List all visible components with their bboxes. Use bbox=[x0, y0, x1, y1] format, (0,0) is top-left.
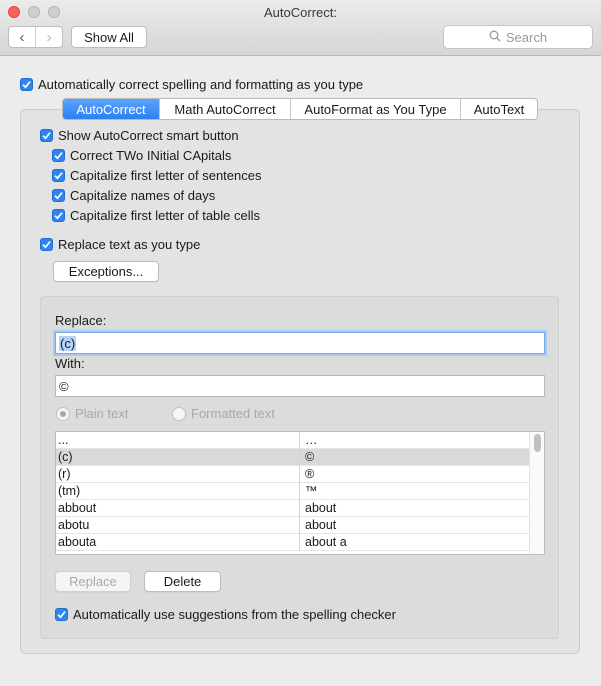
spelling-suggestions-option[interactable]: Automatically use suggestions from the s… bbox=[55, 606, 396, 622]
back-forward-group: ‹ › bbox=[8, 26, 63, 48]
formatted-text-radio[interactable] bbox=[172, 406, 186, 421]
replace-input[interactable]: (c) bbox=[55, 332, 545, 354]
correct-two-initial-label: Correct TWo INitial CApitals bbox=[70, 147, 232, 163]
table-cell-replace: (r) bbox=[56, 466, 300, 483]
table-cell-replace: ... bbox=[56, 432, 300, 449]
spelling-suggestions-checkbox[interactable] bbox=[55, 607, 68, 621]
with-input[interactable]: © bbox=[55, 375, 545, 397]
title-bar: AutoCorrect: ‹ › Show All Search bbox=[0, 0, 601, 56]
table-row[interactable]: (r) ® bbox=[56, 466, 530, 483]
spelling-suggestions-label: Automatically use suggestions from the s… bbox=[73, 606, 396, 622]
search-icon bbox=[489, 30, 506, 45]
table-row[interactable]: abbout about bbox=[56, 500, 530, 517]
plain-text-option[interactable]: Plain text bbox=[56, 406, 128, 421]
table-cell-with: about a bbox=[305, 535, 347, 549]
correct-two-initial-checkbox[interactable] bbox=[52, 148, 65, 162]
table-cell-with: about bbox=[305, 518, 337, 532]
table-cell-replace: abbout bbox=[56, 500, 300, 517]
show-smart-button-checkbox[interactable] bbox=[40, 128, 53, 142]
plain-text-label: Plain text bbox=[75, 406, 129, 421]
table-row[interactable]: ... … bbox=[56, 432, 530, 449]
table-cell-with: about bbox=[305, 501, 337, 515]
capitalize-days-checkbox[interactable] bbox=[52, 188, 65, 202]
capitalize-table-cells-label: Capitalize first letter of table cells bbox=[70, 207, 261, 223]
replace-button[interactable]: Replace bbox=[55, 571, 131, 592]
show-all-button[interactable]: Show All bbox=[71, 26, 147, 48]
table-cell-with: © bbox=[305, 450, 315, 464]
tab-autocorrect[interactable]: AutoCorrect bbox=[63, 99, 160, 119]
chevron-left-icon: ‹ bbox=[19, 28, 25, 46]
capitalize-table-cells-checkbox[interactable] bbox=[52, 208, 65, 222]
formatted-text-option[interactable]: Formatted text bbox=[172, 406, 275, 421]
replacement-table[interactable]: ... … (c) © (r) ® (tm) ™ abbout about ab… bbox=[55, 431, 545, 555]
table-cell-with: ™ bbox=[305, 484, 318, 498]
capitalize-sentences-label: Capitalize first letter of sentences bbox=[70, 167, 262, 183]
correct-two-initial-option[interactable]: Correct TWo INitial CApitals bbox=[52, 147, 231, 163]
replace-text-label: Replace text as you type bbox=[58, 236, 201, 252]
formatted-text-label: Formatted text bbox=[191, 406, 275, 421]
search-placeholder: Search bbox=[505, 29, 548, 45]
table-cell-replace: abotu bbox=[56, 517, 300, 534]
replace-input-value: (c) bbox=[59, 335, 77, 351]
search-field[interactable]: Search bbox=[443, 25, 593, 49]
plain-text-radio[interactable] bbox=[56, 406, 70, 421]
table-cell-replace: (c) bbox=[56, 449, 300, 466]
scrollbar-thumb[interactable] bbox=[534, 434, 541, 452]
tab-bar: AutoCorrect Math AutoCorrect AutoFormat … bbox=[62, 98, 538, 120]
with-input-value: © bbox=[59, 378, 69, 394]
tab-math-autocorrect[interactable]: Math AutoCorrect bbox=[160, 99, 291, 119]
table-scrollbar[interactable] bbox=[529, 432, 544, 554]
capitalize-table-cells-option[interactable]: Capitalize first letter of table cells bbox=[52, 207, 260, 223]
table-cell-replace: abouta bbox=[56, 534, 300, 551]
table-row[interactable]: (tm) ™ bbox=[56, 483, 530, 500]
capitalize-days-label: Capitalize names of days bbox=[70, 187, 216, 203]
capitalize-days-option[interactable]: Capitalize names of days bbox=[52, 187, 215, 203]
with-label: With: bbox=[55, 356, 85, 371]
table-row[interactable]: (c) © bbox=[56, 449, 530, 466]
exceptions-button[interactable]: Exceptions... bbox=[53, 261, 159, 282]
capitalize-sentences-checkbox[interactable] bbox=[52, 168, 65, 182]
forward-button[interactable]: › bbox=[36, 27, 62, 47]
table-cell-replace: (tm) bbox=[56, 483, 300, 500]
table-cell-with: ® bbox=[305, 467, 315, 481]
show-smart-button-option[interactable]: Show AutoCorrect smart button bbox=[40, 127, 239, 143]
chevron-right-icon: › bbox=[46, 28, 52, 46]
replace-text-option[interactable]: Replace text as you type bbox=[40, 236, 200, 252]
back-button[interactable]: ‹ bbox=[9, 27, 36, 47]
auto-correct-label: Automatically correct spelling and forma… bbox=[38, 76, 364, 92]
auto-correct-option[interactable]: Automatically correct spelling and forma… bbox=[20, 76, 363, 92]
tab-autotext[interactable]: AutoText bbox=[461, 99, 537, 119]
replace-label: Replace: bbox=[55, 313, 107, 328]
auto-correct-checkbox[interactable] bbox=[20, 77, 33, 91]
table-row[interactable]: abotu about bbox=[56, 517, 530, 534]
delete-button[interactable]: Delete bbox=[144, 571, 221, 592]
tab-autoformat[interactable]: AutoFormat as You Type bbox=[291, 99, 461, 119]
window-title: AutoCorrect: bbox=[264, 5, 337, 20]
table-cell-with: … bbox=[305, 433, 318, 447]
replace-text-checkbox[interactable] bbox=[40, 237, 53, 251]
table-row[interactable]: abouta about a bbox=[56, 534, 530, 551]
capitalize-sentences-option[interactable]: Capitalize first letter of sentences bbox=[52, 167, 261, 183]
show-smart-button-label: Show AutoCorrect smart button bbox=[58, 127, 239, 143]
